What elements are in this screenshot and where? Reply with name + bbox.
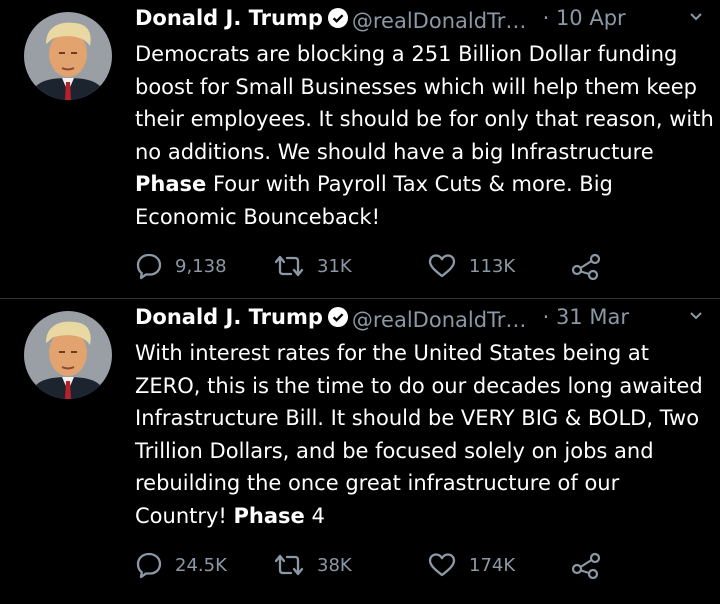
tweet[interactable]: Donald J. Trump @realDonaldTrump · 10 Apr… xyxy=(0,0,720,298)
like-count: 174K xyxy=(469,554,516,576)
chevron-down-icon[interactable] xyxy=(688,8,704,28)
tweet-text-part: Four with Payroll Tax Cuts & more. Big E… xyxy=(135,172,613,229)
tweet-text-part: Democrats are blocking a 251 Billion Dol… xyxy=(135,42,714,164)
reply-count: 24.5K xyxy=(175,554,227,576)
retweet-icon xyxy=(273,252,305,280)
retweet-icon xyxy=(273,551,305,579)
tweet-actions: 9,138 31K 113K xyxy=(135,248,615,284)
separator: · xyxy=(542,6,550,30)
tweet-text-highlight: Phase xyxy=(135,172,207,196)
heart-icon xyxy=(427,252,457,280)
verified-badge-icon xyxy=(327,307,348,332)
avatar[interactable] xyxy=(24,311,112,399)
chevron-down-icon[interactable] xyxy=(688,307,704,327)
tweet-text-highlight: Phase xyxy=(233,503,305,528)
timestamp[interactable]: 10 Apr xyxy=(556,6,626,30)
author-name[interactable]: Donald J. Trump xyxy=(135,6,323,30)
like-button[interactable]: 174K xyxy=(427,547,515,583)
author-handle[interactable]: @realDonaldTrump xyxy=(352,308,536,332)
tweet-text-part: 4 xyxy=(304,503,325,528)
reply-icon xyxy=(135,252,163,280)
author-name[interactable]: Donald J. Trump xyxy=(135,305,323,329)
separator: · xyxy=(542,305,550,329)
tweet-text: Democrats are blocking a 251 Billion Dol… xyxy=(135,38,715,233)
like-count: 113K xyxy=(469,255,516,277)
retweet-count: 31K xyxy=(317,255,352,277)
heart-icon xyxy=(427,551,457,579)
retweet-button[interactable]: 38K xyxy=(273,547,352,583)
retweet-count: 38K xyxy=(317,554,352,576)
tweet-actions: 24.5K 38K 174K xyxy=(135,547,615,583)
tweet-header: Donald J. Trump @realDonaldTrump · 10 Apr xyxy=(135,6,710,40)
share-icon xyxy=(571,551,601,579)
reply-count: 9,138 xyxy=(175,255,227,277)
share-button[interactable] xyxy=(571,547,601,583)
timestamp[interactable]: 31 Mar xyxy=(556,305,629,329)
avatar[interactable] xyxy=(24,12,112,100)
share-button[interactable] xyxy=(571,248,601,284)
verified-badge-icon xyxy=(327,8,348,33)
like-button[interactable]: 113K xyxy=(427,248,515,284)
share-icon xyxy=(571,252,601,280)
retweet-button[interactable]: 31K xyxy=(273,248,352,284)
reply-button[interactable]: 24.5K xyxy=(135,547,227,583)
tweet-header: Donald J. Trump @realDonaldTrump · 31 Mar xyxy=(135,305,710,339)
tweet[interactable]: Donald J. Trump @realDonaldTrump · 31 Mar… xyxy=(0,298,720,597)
reply-button[interactable]: 9,138 xyxy=(135,248,227,284)
author-handle[interactable]: @realDonaldTrump xyxy=(352,9,536,33)
tweet-text: With interest rates for the United State… xyxy=(135,337,715,532)
reply-icon xyxy=(135,551,163,579)
tweet-text-part: With interest rates for the United State… xyxy=(135,341,703,528)
